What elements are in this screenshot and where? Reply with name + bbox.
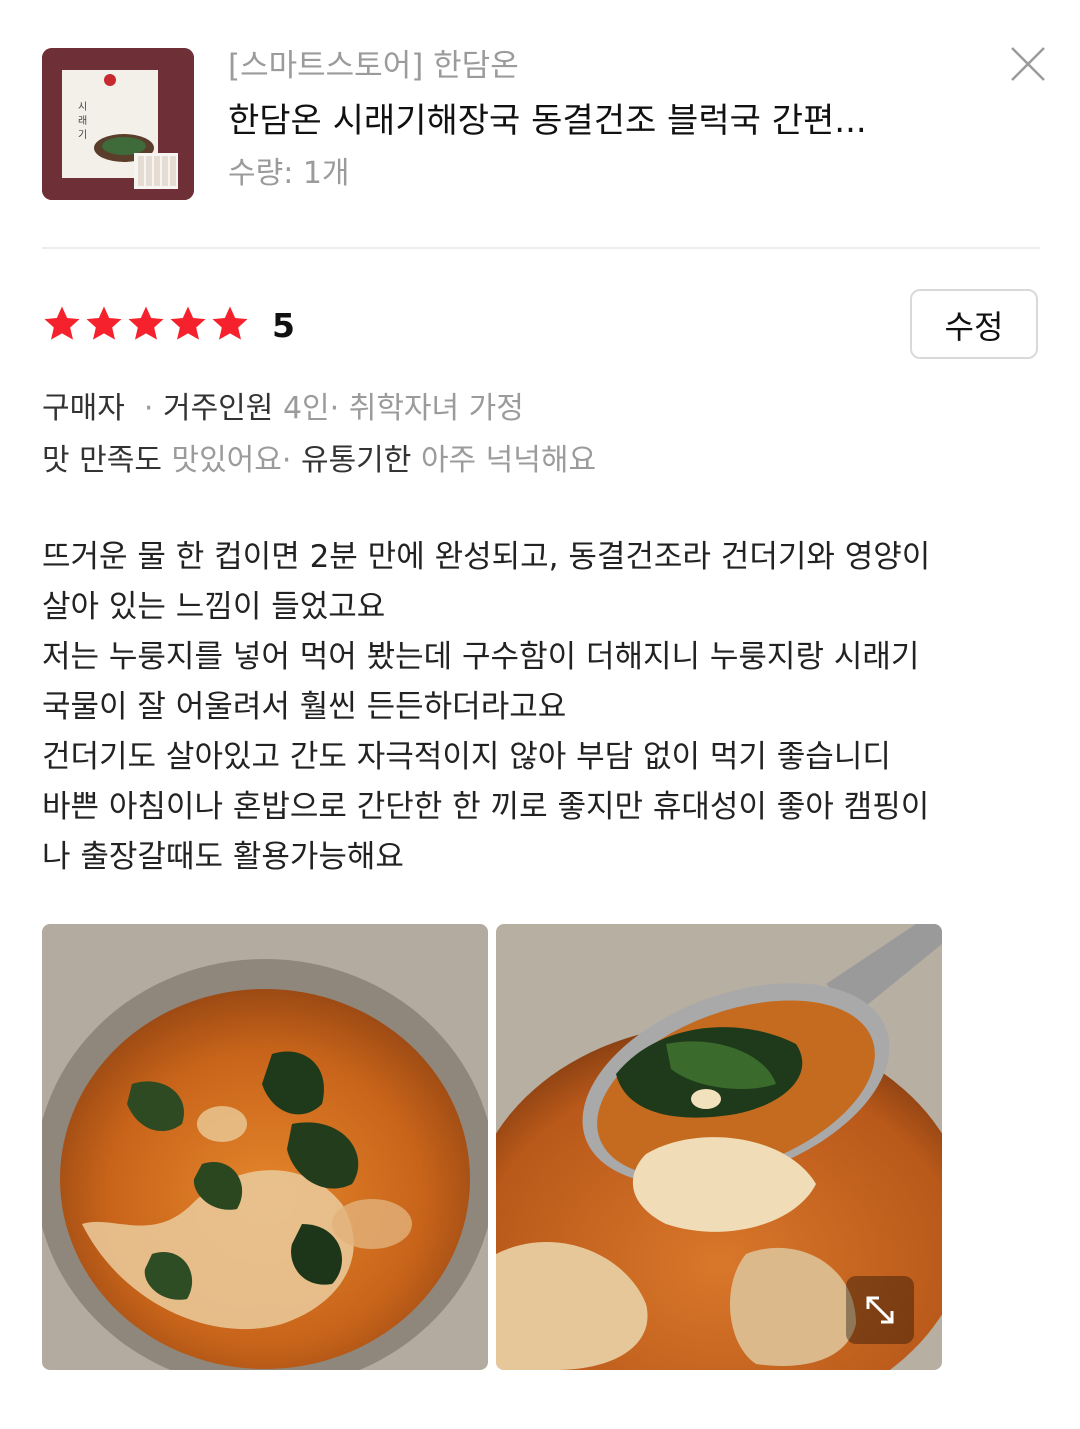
star-icon	[128, 306, 164, 340]
store-name[interactable]: [스마트스토어] 한담온	[228, 48, 988, 84]
soup-bowl-photo	[42, 924, 488, 1370]
close-button[interactable]	[1008, 44, 1048, 84]
product-quantity: 수량: 1개	[228, 156, 350, 191]
header-divider	[42, 247, 1040, 249]
buyer-info: 구매자 · 거주인원 4인· 취학자녀 가정	[42, 390, 524, 428]
review-line: 바쁜 아침이나 혼밥으로 간단한 한 끼로 좋지만 휴대성이 좋아 캠핑이	[42, 789, 930, 825]
expand-icon	[866, 1296, 894, 1324]
star-icon	[44, 306, 80, 340]
product-info: [스마트스토어] 한담온 한담온 시래기해장국 동결건조 블럭국 간편... 수…	[228, 48, 988, 192]
separator-dot: ·	[134, 391, 154, 426]
star-rating	[42, 304, 250, 344]
expiry-label: 유통기한	[300, 443, 412, 478]
household-label: 거주인원	[162, 391, 274, 426]
review-line: 건더기도 살아있고 간도 자극적이지 않아 부담 없이 먹기 좋습니디	[42, 739, 891, 775]
review-line: 국물이 잘 어울려서 훨씬 든든하더라고요	[42, 689, 567, 725]
buyer-label: 구매자	[42, 391, 125, 426]
review-line: 살아 있는 느낌이 들었고요	[42, 589, 386, 625]
kids-value: 취학자녀 가정	[348, 391, 524, 426]
close-icon	[1011, 47, 1045, 81]
review-line: 뜨거운 물 한 컵이면 2분 만에 완성되고, 동결건조라 건더기와 영양이	[42, 539, 931, 575]
review-photo[interactable]	[42, 924, 488, 1370]
star-icon	[170, 306, 206, 340]
svg-text:시: 시	[78, 101, 87, 113]
review-line: 저는 누룽지를 넣어 먹어 봤는데 구수함이 더해지니 누룽지랑 시래기	[42, 639, 920, 675]
separator-dot: ·	[281, 443, 292, 478]
rating-value: 5	[272, 306, 295, 345]
product-header: 시 래 기 [스마트스토어] 한담온 한담온 시래기해장국 동결건조 블럭국 간…	[42, 47, 1045, 200]
taste-value: 맛있어요	[171, 443, 282, 478]
svg-text:래: 래	[78, 115, 87, 127]
household-value: 4인	[282, 391, 330, 426]
star-icon	[86, 306, 122, 340]
product-package-image: 시 래 기	[42, 48, 194, 200]
taste-label: 맛 만족도	[42, 443, 162, 478]
product-thumbnail[interactable]: 시 래 기	[42, 48, 194, 200]
rating-row: 5 수정	[42, 289, 1042, 359]
star-icon	[212, 306, 248, 340]
expand-button[interactable]	[846, 1276, 914, 1344]
satisfaction-info: 맛 만족도 맛있어요· 유통기한 아주 넉넉해요	[42, 442, 596, 480]
review-body: 뜨거운 물 한 컵이면 2분 만에 완성되고, 동결건조라 건더기와 영양이 살…	[42, 532, 1042, 882]
separator-dot: ·	[329, 391, 340, 426]
review-line: 나 출장갈때도 활용가능해요	[42, 839, 404, 875]
product-title[interactable]: 한담온 시래기해장국 동결건조 블럭국 간편...	[228, 100, 988, 142]
review-photo[interactable]	[496, 924, 942, 1370]
svg-text:기: 기	[78, 129, 87, 141]
expiry-value: 아주 넉넉해요	[420, 443, 597, 478]
edit-button[interactable]: 수정	[910, 289, 1038, 359]
